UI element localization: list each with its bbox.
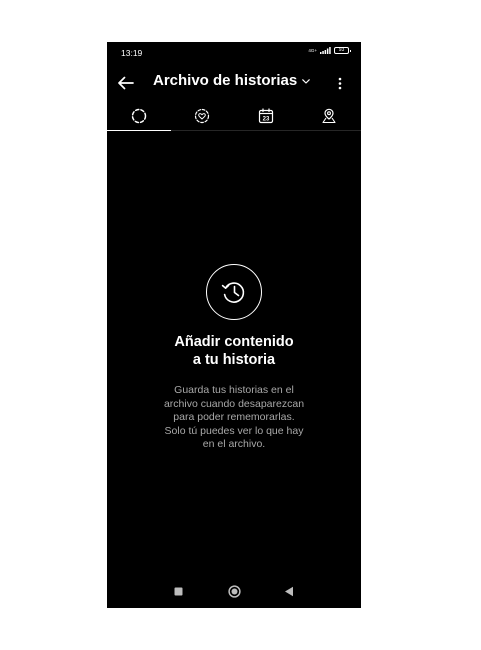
more-options-button[interactable] — [331, 74, 349, 92]
more-vertical-icon — [338, 77, 342, 89]
calendar-icon: 23 — [258, 108, 273, 124]
circle-home-icon — [227, 584, 241, 598]
system-nav-bar — [107, 582, 361, 600]
app-header: Archivo de historias — [107, 67, 361, 99]
square-icon — [174, 587, 182, 595]
phone-screen: 13:19 4G+ 93 Archivo de historias 23 Aña… — [107, 42, 361, 608]
status-indicators: 4G+ 93 — [308, 47, 351, 54]
network-type: 4G+ — [308, 47, 317, 53]
empty-state: Añadir contenido a tu historia Guarda tu… — [107, 264, 361, 452]
empty-state-description: Guarda tus historias en el archivo cuand… — [134, 384, 334, 452]
archive-tabs: 23 — [107, 102, 361, 131]
triangle-back-icon — [285, 586, 293, 596]
map-pin-icon — [322, 108, 336, 124]
tab-stories-archive[interactable] — [107, 102, 171, 131]
status-time: 13:19 — [121, 48, 143, 58]
description-line: Solo tú puedes ver lo que hay — [164, 424, 304, 437]
chevron-down-icon — [301, 77, 311, 87]
empty-state-heading: Añadir contenido a tu historia — [174, 333, 293, 369]
description-line: Guarda tus historias en el — [174, 384, 294, 396]
nav-back-button[interactable] — [282, 584, 296, 598]
tab-map[interactable] — [298, 102, 362, 130]
title-dropdown[interactable]: Archivo de historias — [153, 72, 311, 89]
page-title: Archivo de historias — [153, 72, 298, 89]
arrow-left-icon — [117, 76, 134, 90]
home-button[interactable] — [227, 584, 241, 598]
history-clock-icon — [206, 264, 262, 320]
highlights-heart-icon — [195, 108, 210, 124]
description-line: para poder rememorarlas. — [173, 411, 295, 423]
heading-line: a tu historia — [192, 352, 276, 368]
back-button[interactable] — [115, 73, 135, 93]
tab-calendar[interactable]: 23 — [234, 102, 298, 130]
recents-button[interactable] — [171, 584, 185, 598]
description-line: archivo cuando desaparezcan — [163, 397, 305, 410]
calendar-day: 23 — [262, 117, 269, 123]
signal-icon — [320, 47, 331, 54]
battery-icon: 93 — [334, 47, 351, 54]
status-bar: 13:19 4G+ 93 — [107, 42, 361, 64]
stories-archive-icon — [131, 108, 146, 124]
description-line: en el archivo. — [202, 438, 266, 450]
heading-line: Añadir contenido — [174, 334, 294, 350]
tab-highlights[interactable] — [171, 102, 235, 130]
